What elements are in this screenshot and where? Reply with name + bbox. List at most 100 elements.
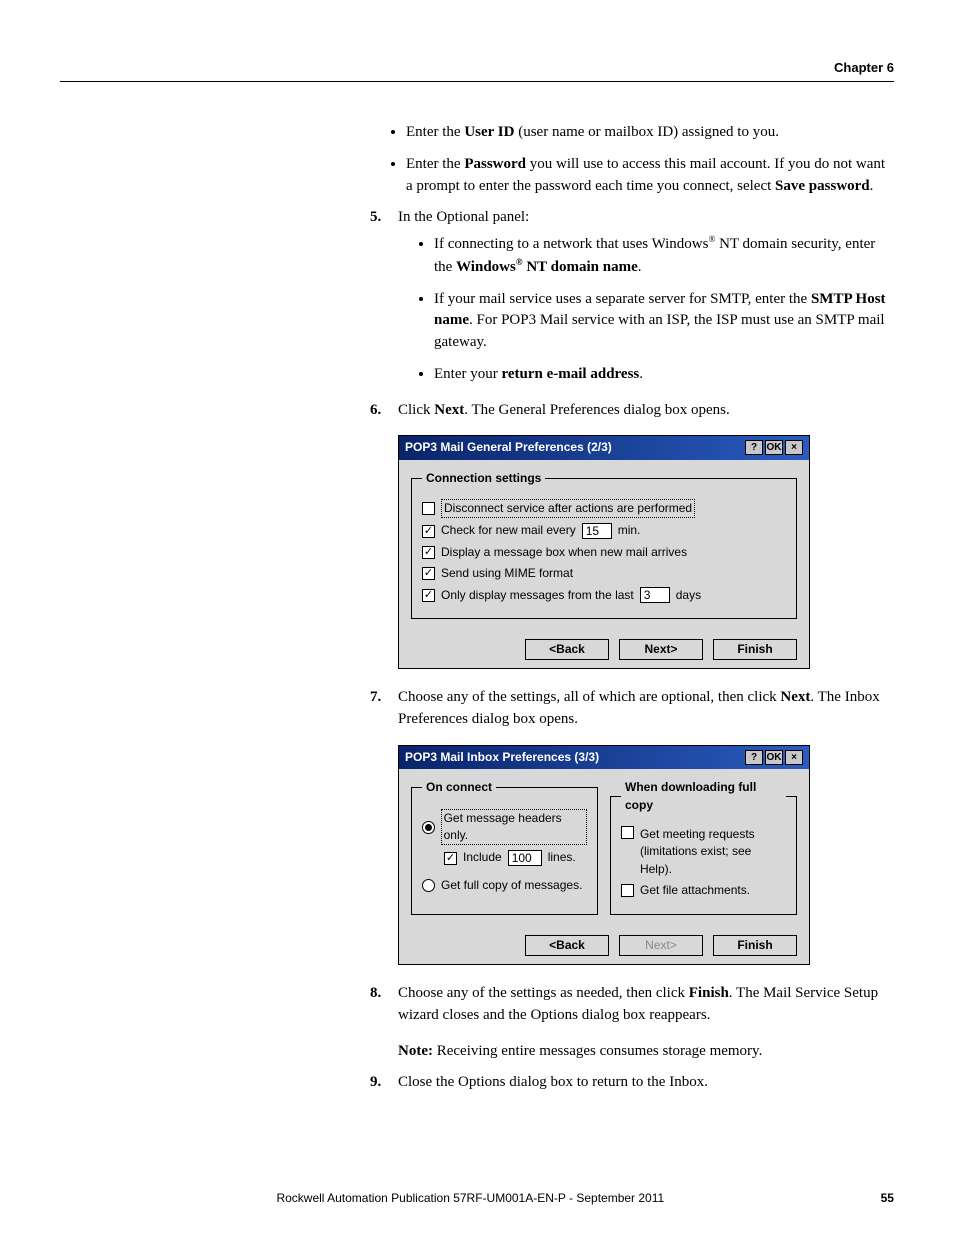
bold-user-id: User ID xyxy=(464,124,514,140)
step-7: 7. Choose any of the settings, all of wh… xyxy=(370,687,894,965)
finish-button[interactable]: Finish xyxy=(713,639,797,660)
label-last-days: Only display messages from the last xyxy=(441,587,634,604)
step-number: 8. xyxy=(370,983,381,1005)
checkbox-meeting-requests[interactable] xyxy=(621,826,634,839)
group-legend: Connection settings xyxy=(422,470,545,487)
radio-full-copy[interactable] xyxy=(422,879,435,892)
bullet-password: Enter the Password you will use to acces… xyxy=(406,154,894,198)
step-number: 5. xyxy=(370,207,381,229)
note-text: Receiving entire messages consumes stora… xyxy=(433,1043,762,1059)
bullet-smtp-host: If your mail service uses a separate ser… xyxy=(434,289,894,354)
radio-headers-only[interactable] xyxy=(422,821,435,834)
page-footer: Rockwell Automation Publication 57RF-UM0… xyxy=(60,1191,894,1205)
bullet-return-email: Enter your return e-mail address. xyxy=(434,364,894,386)
bold-next: Next xyxy=(434,402,464,418)
step-8: 8. Choose any of the settings as needed,… xyxy=(370,983,894,1027)
main-content: Enter the User ID (user name or mailbox … xyxy=(370,122,894,1094)
step-number: 7. xyxy=(370,687,381,709)
label-days: days xyxy=(676,587,701,604)
downloading-full-copy-group: When downloading full copy Get meeting r… xyxy=(610,779,797,914)
bullet-nt-domain: If connecting to a network that uses Win… xyxy=(434,233,894,279)
bold-password: Password xyxy=(464,156,526,172)
help-button[interactable]: ? xyxy=(745,750,763,765)
dialog-titlebar[interactable]: POP3 Mail General Preferences (2/3) ? OK… xyxy=(399,436,809,459)
dialog-titlebar[interactable]: POP3 Mail Inbox Preferences (3/3) ? OK × xyxy=(399,746,809,769)
on-connect-group: On connect Get message headers only. ✓ I… xyxy=(411,779,598,914)
step-number: 9. xyxy=(370,1072,381,1094)
label-include: Include xyxy=(463,849,502,866)
step-6: 6. Click Next. The General Preferences d… xyxy=(370,400,894,670)
page-header: Chapter 6 xyxy=(60,60,894,82)
bold-return-email: return e-mail address xyxy=(501,366,639,382)
text: . xyxy=(638,259,642,275)
checkbox-check-mail[interactable]: ✓ xyxy=(422,525,435,538)
text: Choose any of the settings as needed, th… xyxy=(398,985,689,1001)
back-button[interactable]: <Back xyxy=(525,639,609,660)
label-msgbox: Display a message box when new mail arri… xyxy=(441,544,687,561)
bold-next: Next xyxy=(780,689,810,705)
step-intro: In the Optional panel: xyxy=(398,209,529,225)
reg-mark-icon: ® xyxy=(516,257,523,267)
connection-settings-group: Connection settings Disconnect service a… xyxy=(411,470,797,619)
group-legend: On connect xyxy=(422,779,496,796)
dialog-general-preferences: POP3 Mail General Preferences (2/3) ? OK… xyxy=(398,435,810,669)
text: If your mail service uses a separate ser… xyxy=(434,291,811,307)
label-headers-only: Get message headers only. xyxy=(441,809,587,846)
text: Enter the xyxy=(406,156,464,172)
label-full-copy: Get full copy of messages. xyxy=(441,877,582,894)
input-lines[interactable] xyxy=(508,850,542,866)
input-days[interactable] xyxy=(640,587,670,603)
dialog-title: POP3 Mail General Preferences (2/3) xyxy=(405,439,612,456)
note: Note: Receiving entire messages consumes… xyxy=(398,1041,894,1063)
page-number: 55 xyxy=(881,1191,894,1205)
dialog-title: POP3 Mail Inbox Preferences (3/3) xyxy=(405,749,599,766)
input-check-interval[interactable] xyxy=(582,523,612,539)
checkbox-last-days[interactable]: ✓ xyxy=(422,589,435,602)
label-disconnect: Disconnect service after actions are per… xyxy=(441,499,695,518)
bold-nt-domain-name: NT domain name xyxy=(523,259,638,275)
dialog-inbox-preferences: POP3 Mail Inbox Preferences (3/3) ? OK ×… xyxy=(398,745,810,965)
text: If connecting to a network that uses Win… xyxy=(434,236,708,252)
label-check-mail: Check for new mail every xyxy=(441,522,576,539)
checkbox-disconnect[interactable] xyxy=(422,502,435,515)
label-mime: Send using MIME format xyxy=(441,565,573,582)
text: Enter your xyxy=(434,366,501,382)
text: . For POP3 Mail service with an ISP, the… xyxy=(434,312,885,350)
checkbox-file-attachments[interactable] xyxy=(621,884,634,897)
back-button[interactable]: <Back xyxy=(525,935,609,956)
checkbox-mime[interactable]: ✓ xyxy=(422,567,435,580)
text: . The General Preferences dialog box ope… xyxy=(464,402,729,418)
text: Get meeting requests xyxy=(640,827,755,841)
text: Close the Options dialog box to return t… xyxy=(398,1074,708,1090)
text: (limitations exist; see Help). xyxy=(640,844,751,875)
bullet-user-id: Enter the User ID (user name or mailbox … xyxy=(406,122,894,144)
text: Enter the xyxy=(406,124,464,140)
group-legend: When downloading full copy xyxy=(621,779,786,814)
bold-finish: Finish xyxy=(689,985,729,1001)
note-label: Note: xyxy=(398,1043,433,1059)
next-button: Next> xyxy=(619,935,703,956)
ok-button[interactable]: OK xyxy=(765,750,783,765)
text: (user name or mailbox ID) assigned to yo… xyxy=(514,124,779,140)
checkbox-include-lines[interactable]: ✓ xyxy=(444,852,457,865)
ok-button[interactable]: OK xyxy=(765,440,783,455)
text: Choose any of the settings, all of which… xyxy=(398,689,780,705)
help-button[interactable]: ? xyxy=(745,440,763,455)
step-9: 9. Close the Options dialog box to retur… xyxy=(370,1072,894,1094)
step-number: 6. xyxy=(370,400,381,422)
step-5: 5. In the Optional panel: If connecting … xyxy=(370,207,894,385)
text: . xyxy=(870,178,874,194)
checkbox-msgbox[interactable]: ✓ xyxy=(422,546,435,559)
finish-button[interactable]: Finish xyxy=(713,935,797,956)
text: . xyxy=(639,366,643,382)
label-meeting-requests: Get meeting requests (limitations exist;… xyxy=(640,826,786,878)
label-min: min. xyxy=(618,522,641,539)
text: Click xyxy=(398,402,434,418)
close-button[interactable]: × xyxy=(785,440,803,455)
label-file-attachments: Get file attachments. xyxy=(640,882,750,899)
label-lines: lines. xyxy=(548,849,576,866)
bold-save-password: Save password xyxy=(775,178,870,194)
next-button[interactable]: Next> xyxy=(619,639,703,660)
close-button[interactable]: × xyxy=(785,750,803,765)
bold-windows: Windows xyxy=(456,259,516,275)
